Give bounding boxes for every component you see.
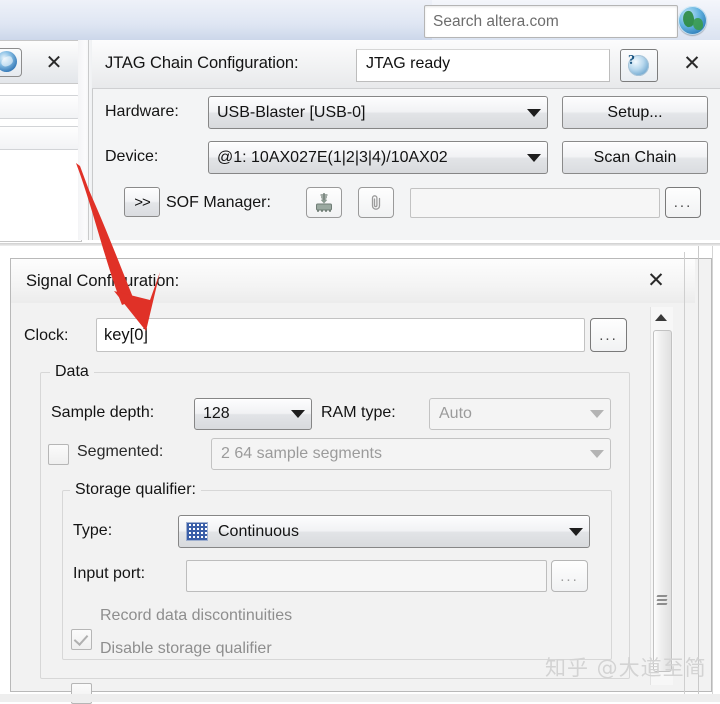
chevron-down-icon[interactable] bbox=[584, 450, 610, 458]
jtag-panel-title: JTAG Chain Configuration: bbox=[105, 54, 299, 72]
ram-type-value: Auto bbox=[439, 405, 472, 422]
hardware-combobox[interactable]: USB-Blaster [USB-0] bbox=[208, 96, 548, 129]
sof-browse-button[interactable]: ... bbox=[665, 187, 701, 218]
panel-separator bbox=[88, 40, 89, 240]
clock-browse-dots: ... bbox=[599, 326, 618, 344]
signal-configuration-title: Signal Configuration: bbox=[26, 272, 180, 290]
input-port-browse-dots: ... bbox=[560, 567, 579, 585]
background-panel-row-2 bbox=[0, 126, 80, 150]
ram-type-combobox[interactable]: Auto bbox=[429, 398, 611, 430]
clock-value: key[0] bbox=[104, 325, 149, 344]
chevron-down-icon[interactable] bbox=[521, 153, 547, 162]
type-label: Type: bbox=[73, 522, 113, 539]
sof-browse-dots: ... bbox=[673, 194, 693, 211]
chevron-down-icon[interactable] bbox=[521, 108, 547, 117]
segmented-label: Segmented: bbox=[77, 443, 164, 460]
input-port-browse-button[interactable]: ... bbox=[551, 560, 588, 592]
sof-expand-button[interactable]: >> bbox=[124, 187, 160, 217]
scroll-up-arrow-icon[interactable] bbox=[650, 307, 672, 327]
background-panel-row-1 bbox=[0, 95, 80, 119]
background-panel-close-icon[interactable]: ✕ bbox=[42, 52, 66, 74]
device-combobox[interactable]: @1: 10AX027E(1|2|3|4)/10AX02 bbox=[208, 141, 548, 174]
storage-qualifier-legend: Storage qualifier: bbox=[70, 481, 201, 499]
data-group-legend: Data bbox=[50, 363, 94, 381]
clock-label: Clock: bbox=[24, 327, 69, 344]
signal-configuration-close-icon[interactable]: ✕ bbox=[642, 268, 670, 294]
search-input[interactable] bbox=[425, 6, 677, 37]
scrollbar-thumb[interactable] bbox=[653, 330, 672, 672]
program-device-icon[interactable] bbox=[306, 187, 342, 218]
sample-depth-combobox[interactable]: 128 bbox=[194, 398, 312, 430]
window-frame-edge-3 bbox=[712, 246, 713, 702]
segmented-checkbox[interactable] bbox=[48, 444, 69, 465]
setup-button[interactable]: Setup... bbox=[562, 96, 708, 129]
hardware-label: Hardware: bbox=[105, 103, 179, 120]
chevron-down-icon[interactable] bbox=[584, 410, 610, 418]
scrollbar-grip-icon bbox=[656, 595, 668, 606]
search-box[interactable] bbox=[424, 5, 678, 38]
sof-path-input[interactable] bbox=[410, 188, 660, 218]
device-combobox-value: @1: 10AX027E(1|2|3|4)/10AX02 bbox=[217, 148, 448, 166]
window-frame-edge-1 bbox=[684, 252, 685, 702]
sof-manager-label: SOF Manager: bbox=[166, 194, 271, 211]
record-discontinuities-label: Record data discontinuities bbox=[100, 607, 293, 624]
window-frame-edge-2 bbox=[698, 246, 699, 702]
globe-icon[interactable] bbox=[678, 6, 707, 35]
segmented-combobox[interactable]: 2 64 sample segments bbox=[211, 438, 611, 470]
top-banner-left bbox=[0, 0, 432, 40]
disable-storage-qualifier-label: Disable storage qualifier bbox=[100, 640, 272, 657]
jtag-panel-close-icon[interactable]: ✕ bbox=[678, 52, 706, 76]
clock-input[interactable]: key[0] bbox=[96, 318, 585, 352]
help-button[interactable]: ? bbox=[620, 49, 658, 82]
storage-qualifier-type-combobox[interactable]: Continuous bbox=[178, 515, 590, 548]
chevron-down-icon[interactable] bbox=[285, 410, 311, 418]
continuous-pattern-icon bbox=[186, 522, 208, 541]
window-frame-bottom bbox=[0, 694, 720, 702]
quartus-swirl-icon[interactable] bbox=[0, 48, 22, 77]
sample-depth-label: Sample depth: bbox=[51, 404, 155, 421]
sample-depth-value: 128 bbox=[203, 405, 230, 422]
input-port-label: Input port: bbox=[73, 565, 146, 582]
hardware-combobox-value: USB-Blaster [USB-0] bbox=[217, 103, 366, 121]
segmented-value: 2 64 sample segments bbox=[221, 445, 382, 462]
clock-browse-button[interactable]: ... bbox=[590, 318, 627, 352]
device-label: Device: bbox=[105, 148, 159, 165]
panel-divider bbox=[0, 243, 720, 246]
chevron-down-icon[interactable] bbox=[563, 527, 589, 536]
storage-qualifier-type-value: Continuous bbox=[218, 522, 299, 540]
help-question-mark: ? bbox=[628, 53, 635, 68]
input-port-input[interactable] bbox=[186, 560, 547, 592]
paperclip-icon[interactable] bbox=[358, 187, 394, 218]
jtag-status-text: JTAG ready bbox=[366, 55, 451, 72]
record-discontinuities-checkbox[interactable] bbox=[71, 629, 92, 650]
ram-type-label: RAM type: bbox=[321, 404, 396, 421]
scan-chain-button[interactable]: Scan Chain bbox=[562, 141, 708, 174]
